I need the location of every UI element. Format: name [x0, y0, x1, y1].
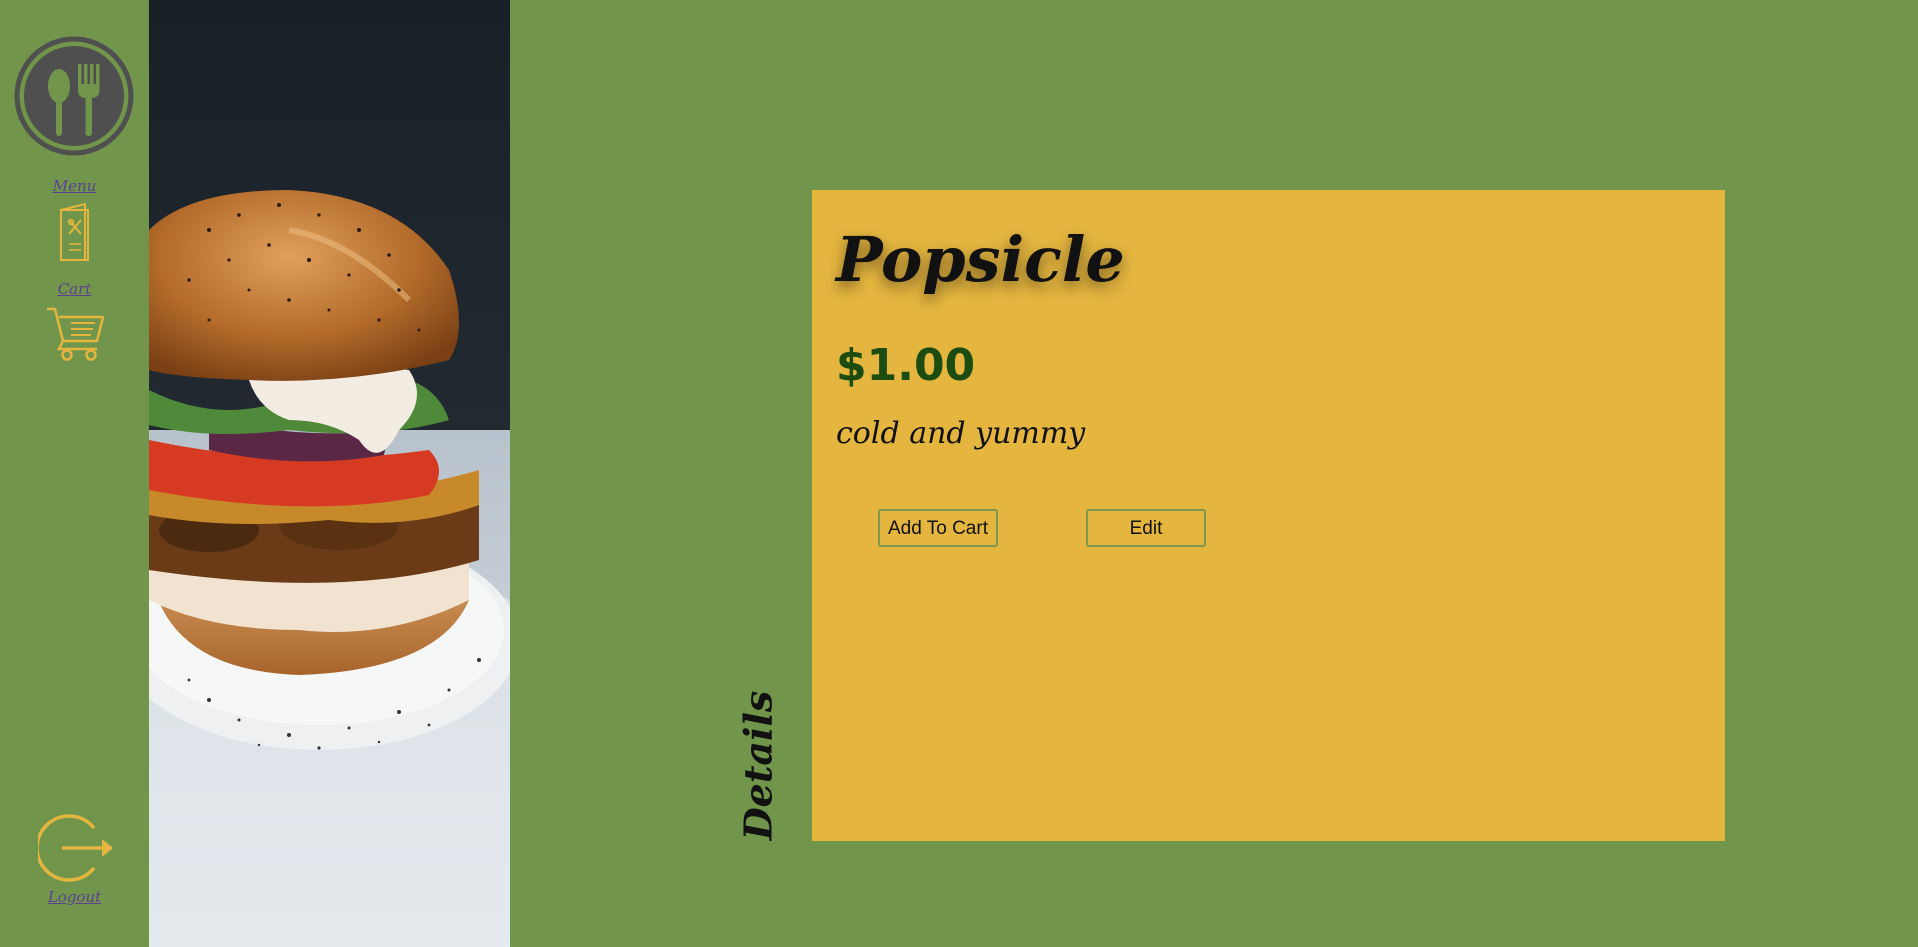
sidebar: Menu Cart Logout — [0, 0, 149, 947]
menu-link[interactable]: Menu — [0, 177, 149, 195]
logout-link[interactable]: Logout — [0, 888, 149, 906]
details-label-text: Details — [735, 690, 781, 840]
details-section-label: Details — [735, 690, 781, 840]
add-to-cart-button[interactable]: Add To Cart — [878, 509, 998, 547]
item-description: cold and yummy — [836, 416, 1086, 451]
menu-booklet-icon[interactable] — [57, 200, 91, 266]
logout-icon[interactable] — [35, 812, 118, 888]
cart-link[interactable]: Cart — [0, 280, 149, 298]
logo — [14, 36, 134, 156]
burger-photo — [149, 0, 510, 947]
item-detail-card: Popsicle $1.00 cold and yummy Add To Car… — [812, 190, 1725, 841]
item-price: $1.00 — [836, 340, 976, 391]
edit-button[interactable]: Edit — [1086, 509, 1206, 547]
spoon-fork-icon — [14, 36, 134, 156]
cart-icon[interactable] — [45, 305, 107, 365]
item-name: Popsicle — [836, 223, 1125, 296]
